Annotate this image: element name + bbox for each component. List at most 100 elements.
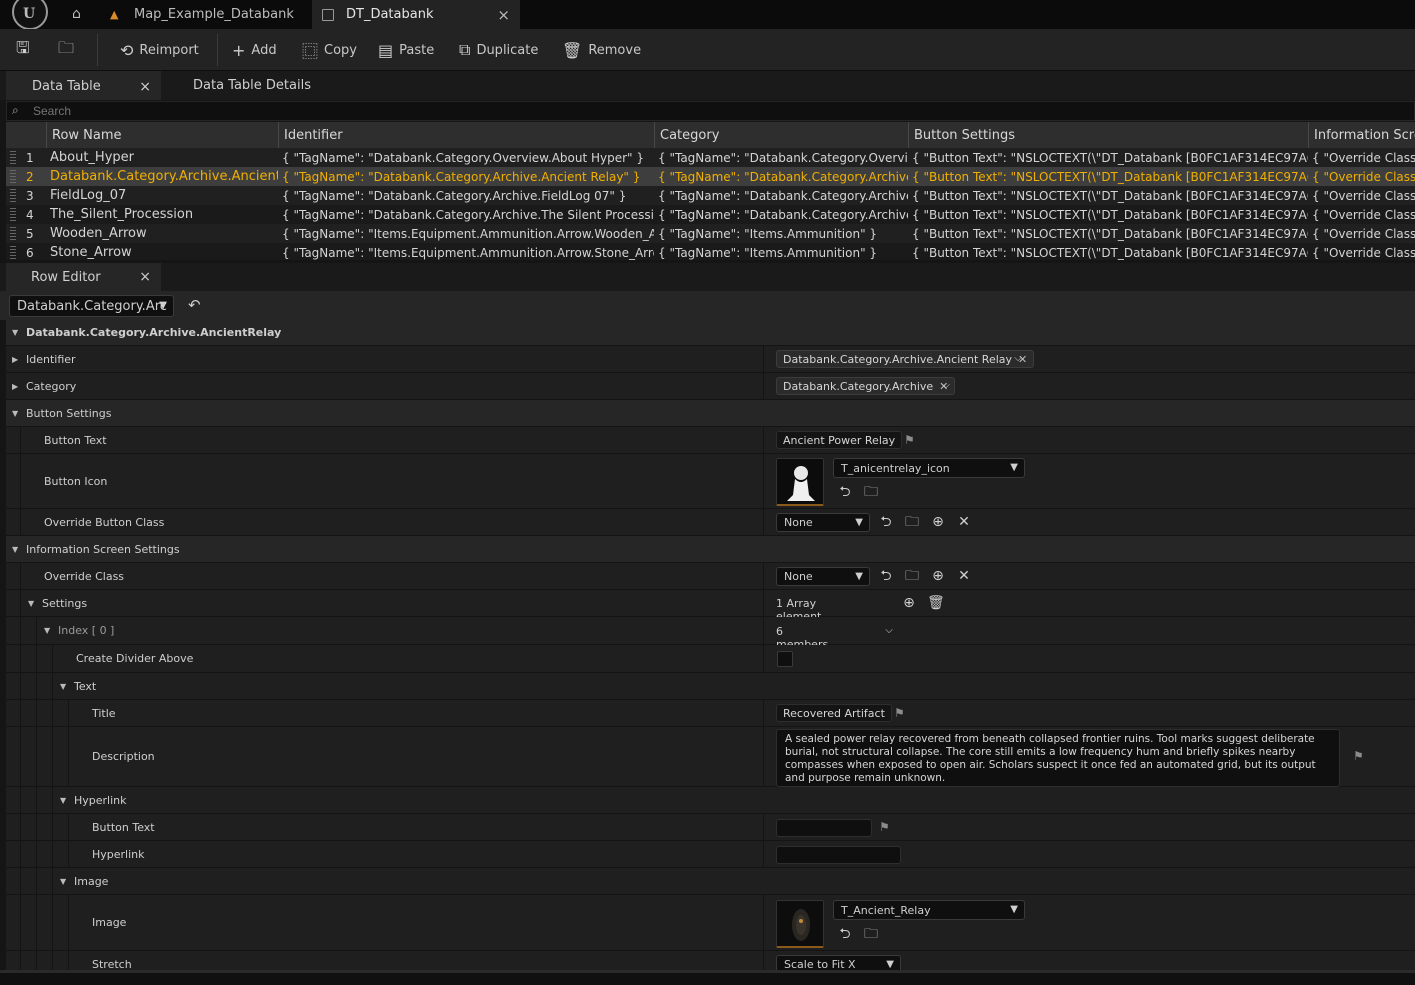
property-value: Recovered Artifact ⚑ [763,700,905,726]
browse-button[interactable]: 🗀 [58,29,80,71]
table-row[interactable]: 4 The_Silent_Procession { "TagName": "Data… [6,205,1415,224]
cell-row-name: Wooden_Arrow [50,226,147,241]
browse-icon[interactable]: 🗀 [863,484,879,500]
drag-handle-icon[interactable] [10,208,16,221]
trash-icon[interactable]: 🗑 [927,595,945,611]
localization-flag-icon[interactable]: ⚑ [879,820,890,834]
create-divider-checkbox[interactable] [777,651,793,667]
property-label[interactable]: ▼ Settings [28,590,87,616]
collapse-arrow-icon: ▼ [12,408,19,418]
property-label: Create Divider Above [76,652,194,665]
localization-flag-icon[interactable]: ⚑ [1353,749,1364,763]
search-input[interactable] [33,103,433,119]
column-header-info-screen[interactable]: Information Scree [1308,122,1415,148]
cell-button-settings: { "Button Text": "NSLOCTEXT(\"DT_Databan… [912,188,1308,203]
section-header[interactable]: ▼ Databank.Category.Archive.AncientRelay [6,320,1415,346]
column-header-identifier[interactable]: Identifier [278,122,654,148]
drag-handle-icon[interactable] [10,189,16,202]
column-header-category[interactable]: Category [654,122,908,148]
category-tag-chip[interactable]: Databank.Category.Archive ✕ [776,377,956,395]
chevron-down-icon[interactable]: ⌵ [1010,351,1026,367]
table-row[interactable]: 3 FieldLog_07 { "TagName": "Databank.Categ… [6,186,1415,205]
property-label[interactable]: ▼ Image [60,868,108,894]
tab-row-editor[interactable]: Row Editor × [6,263,161,291]
copy-button[interactable]: ⿴ Copy [302,29,357,71]
unreal-logo-icon[interactable]: U [12,0,48,30]
table-row[interactable]: 2 Databank.Category.Archive.AncientRela { … [6,167,1415,186]
trash-icon: 🗑 [562,40,583,60]
browse-icon[interactable]: 🗀 [904,514,920,530]
property-label: Button Icon [44,474,108,488]
indent-guide [52,895,53,950]
browse-icon[interactable]: 🗀 [904,568,920,584]
close-icon[interactable]: × [139,79,151,95]
use-selected-icon[interactable]: ⮌ [878,568,894,584]
drag-handle-icon[interactable] [10,246,16,259]
chevron-down-icon[interactable]: ⌵ [938,378,954,394]
duplicate-button[interactable]: ⧉ Duplicate [459,29,538,71]
close-icon[interactable]: × [139,269,151,285]
remove-button[interactable]: 🗑 Remove [562,29,641,71]
tab-dt-databank[interactable]: DT_Databank × [312,0,520,29]
description-textbox[interactable]: A sealed power relay recovered from bene… [776,729,1340,787]
row-number: 4 [26,207,34,222]
add-element-icon[interactable]: ⊕ [901,595,917,611]
property-button-settings[interactable]: ▼ Button Settings [6,400,1415,427]
stretch-combo[interactable]: Scale to Fit X ▼ [776,955,901,970]
column-header-row-name[interactable]: Row Name [46,122,278,148]
use-selected-icon[interactable]: ⮌ [837,484,853,500]
table-row[interactable]: 5 Wooden_Arrow { "TagName": "Items.Equipme… [6,224,1415,243]
row-select-combo[interactable]: Databank.Category.Arc ▼ [9,295,174,317]
paste-label: Paste [399,42,435,58]
tab-data-table[interactable]: Data Table × [6,71,161,100]
tab-data-table-details[interactable]: Data Table Details [167,71,347,100]
property-value [763,841,901,867]
column-header-button-settings[interactable]: Button Settings [908,122,1308,148]
home-icon[interactable]: ⌂ [72,6,88,22]
paste-button[interactable]: ▤ Paste [378,29,434,71]
add-icon[interactable]: ⊕ [930,514,946,530]
button-icon-thumbnail[interactable] [776,458,824,506]
property-label[interactable]: ▶ Identifier [12,346,76,372]
hyperlink-button-text-field[interactable] [776,819,872,837]
property-label[interactable]: ▼ Index [ 0 ] [44,617,114,644]
close-icon[interactable]: × [497,6,510,24]
property-label: ▼ Information Screen Settings [12,542,180,556]
property-info-screen-settings[interactable]: ▼ Information Screen Settings [6,536,1415,563]
add-label: Add [251,42,277,58]
drag-handle-icon[interactable] [10,151,16,164]
button-text-field[interactable]: Ancient Power Relay [776,431,903,449]
override-button-class-combo[interactable]: None ▼ [776,513,870,532]
hyperlink-field[interactable] [776,846,901,864]
table-row[interactable]: 1 About_Hyper { "TagName": "Databank.Categ… [6,148,1415,167]
indent-guide [68,841,69,867]
chevron-down-icon[interactable]: ⌵ [881,623,897,639]
localization-flag-icon[interactable]: ⚑ [904,433,915,447]
undo-icon[interactable]: ↶ [188,296,201,314]
property-label[interactable]: ▼ Hyperlink [60,787,127,813]
clear-icon[interactable]: ✕ [956,514,972,530]
property-label[interactable]: ▼ Text [60,673,96,699]
add-button[interactable]: + Add [232,29,277,71]
table-row[interactable]: 6 Stone_Arrow { "TagName": "Items.Equipmen… [6,243,1415,260]
clear-icon[interactable]: ✕ [956,568,972,584]
localization-flag-icon[interactable]: ⚑ [894,706,905,720]
property-label[interactable]: ▶ Category [12,373,76,399]
use-selected-icon[interactable]: ⮌ [837,926,853,942]
use-selected-icon[interactable]: ⮌ [878,514,894,530]
button-icon-asset-combo[interactable]: T_anicentrelay_icon ▼ [833,458,1025,478]
drag-handle-icon[interactable] [10,227,16,240]
image-thumbnail[interactable] [776,900,824,948]
save-button[interactable]: 🖫 [16,29,36,71]
identifier-tag-chip[interactable]: Databank.Category.Archive.Ancient Relay … [776,350,1035,368]
browse-icon[interactable]: 🗀 [863,926,879,942]
reimport-button[interactable]: ⟲ Reimport [120,29,199,71]
add-icon[interactable]: ⊕ [930,568,946,584]
image-asset-combo[interactable]: T_Ancient_Relay ▼ [833,900,1025,920]
override-class-combo[interactable]: None ▼ [776,567,870,586]
tab-map-example-databank[interactable]: ▲ Map_Example_Databank [100,0,310,29]
title-field[interactable]: Recovered Artifact [776,704,892,722]
chevron-down-icon: ▼ [855,516,863,528]
drag-handle-icon[interactable] [10,170,16,183]
property-image-section: ▼ Image [6,868,1415,895]
